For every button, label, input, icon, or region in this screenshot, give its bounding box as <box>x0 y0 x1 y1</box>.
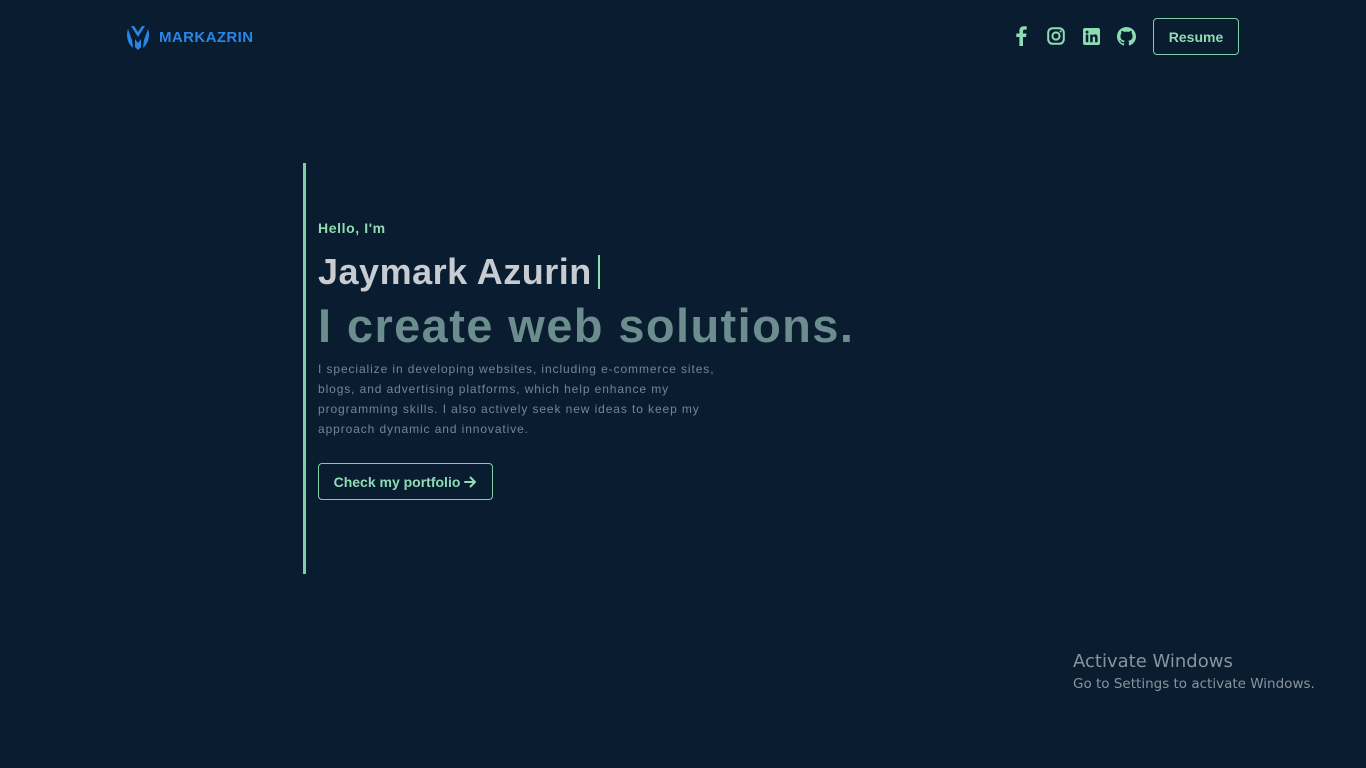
greeting-text: Hello, I'm <box>318 220 386 236</box>
logo-icon <box>127 26 149 50</box>
activate-windows-title: Activate Windows <box>1073 651 1233 672</box>
linkedin-icon[interactable] <box>1080 24 1102 48</box>
typing-cursor <box>597 255 600 289</box>
logo-link[interactable]: MARKAZRIN <box>124 23 253 51</box>
activate-windows-subtitle: Go to Settings to activate Windows. <box>1073 676 1315 692</box>
check-portfolio-label: Check my portfolio <box>333 473 461 490</box>
logo-text: MARKAZRIN <box>159 28 254 46</box>
instagram-icon[interactable] <box>1045 24 1067 48</box>
arrow-right-icon <box>464 476 477 487</box>
github-icon[interactable] <box>1115 24 1137 48</box>
bio-paragraph: I specialize in developing websites, inc… <box>318 362 715 436</box>
social-links <box>1010 24 1150 48</box>
name-text: Jaymark Azurin <box>318 251 592 292</box>
activate-windows-watermark: Activate Windows Go to Settings to activ… <box>1073 650 1315 694</box>
resume-button[interactable]: Resume <box>1153 18 1239 55</box>
name-heading: Jaymark Azurin <box>318 251 600 293</box>
hero-accent-line <box>303 163 306 574</box>
facebook-icon[interactable] <box>1010 24 1032 48</box>
check-portfolio-button[interactable]: Check my portfolio <box>318 463 493 500</box>
tagline-heading: I create web solutions. <box>318 299 855 352</box>
page: MARKAZRIN Resume Hello, I'm Jaymark Azur… <box>0 0 1366 768</box>
